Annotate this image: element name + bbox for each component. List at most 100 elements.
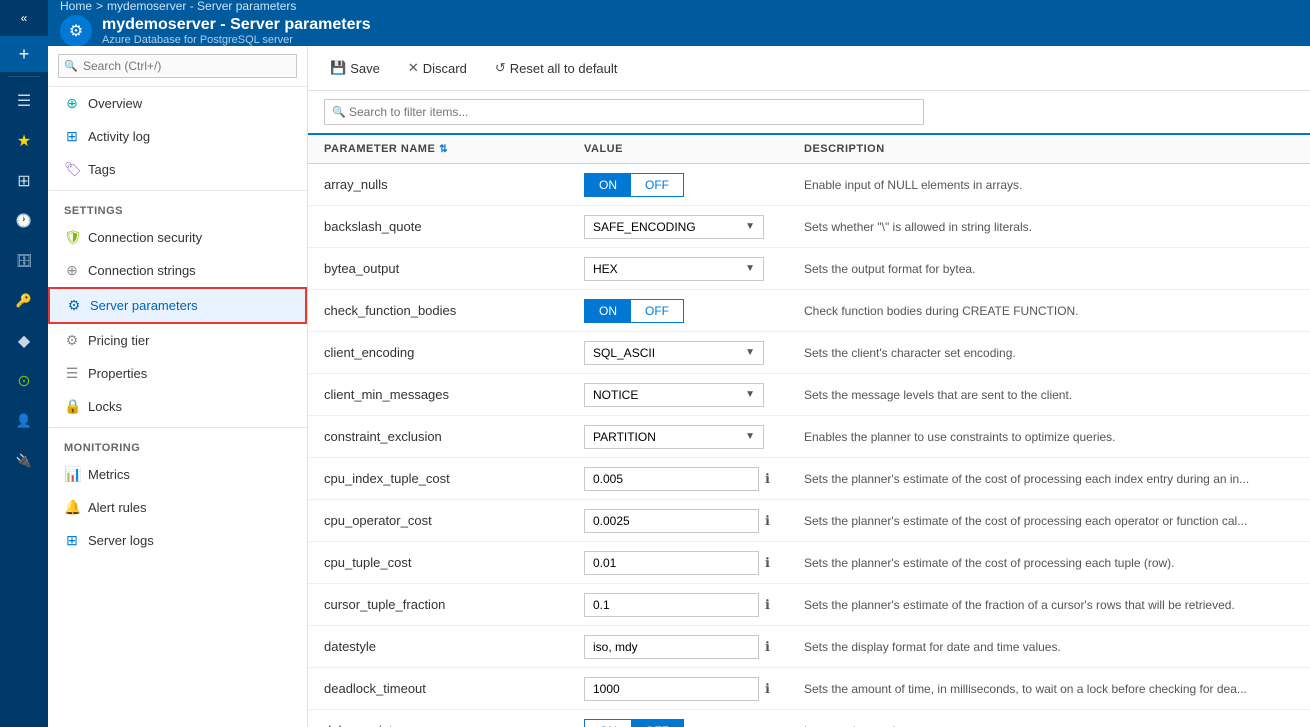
sidebar-item-label: Server logs	[88, 533, 154, 548]
param-value: ONOFF	[584, 719, 804, 727]
sidebar-item-server-logs[interactable]: ⊞ Server logs	[48, 524, 307, 557]
sidebar-item-metrics[interactable]: 📊 Metrics	[48, 458, 307, 491]
table-row: bytea_outputHEX▼Sets the output format f…	[308, 248, 1310, 290]
info-icon[interactable]: ℹ	[765, 639, 770, 655]
sidebar-item-tags[interactable]: 🏷 Tags	[48, 153, 307, 186]
param-name: constraint_exclusion	[324, 429, 584, 444]
col-header-value: VALUE	[584, 143, 804, 155]
param-desc: Enable input of NULL elements in arrays.	[804, 178, 1294, 192]
toggle-on-button[interactable]: ON	[585, 174, 631, 196]
param-input[interactable]	[584, 551, 759, 575]
dropdown[interactable]: PARTITION▼	[584, 425, 764, 449]
toggle-on-button[interactable]: ON	[585, 720, 631, 727]
table-row: backslash_quoteSAFE_ENCODING▼Sets whethe…	[308, 206, 1310, 248]
param-value: PARTITION▼	[584, 425, 804, 449]
breadcrumb-home[interactable]: Home	[60, 0, 92, 13]
nav-database-icon[interactable]: 🗄	[0, 241, 48, 281]
dropdown[interactable]: NOTICE▼	[584, 383, 764, 407]
sidebar-item-properties[interactable]: ☰ Properties	[48, 357, 307, 390]
table-row: constraint_exclusionPARTITION▼ Enables th…	[308, 416, 1310, 458]
expand-sidebar-button[interactable]: «	[0, 0, 48, 36]
table-header: PARAMETER NAME ⇅ VALUE DESCRIPTION	[308, 135, 1310, 164]
param-value: ℹ	[584, 467, 804, 491]
nav-plugin-icon[interactable]: 🔌	[0, 441, 48, 481]
param-desc: Sets the planner's estimate of the fract…	[804, 598, 1294, 612]
nav-dashboard-icon[interactable]: ⊞	[0, 161, 48, 201]
alert-rules-icon: 🔔	[64, 499, 80, 516]
dropdown[interactable]: SQL_ASCII▼	[584, 341, 764, 365]
sidebar-item-label: Pricing tier	[88, 333, 149, 348]
param-name: cursor_tuple_fraction	[324, 597, 584, 612]
param-name: cpu_index_tuple_cost	[324, 471, 584, 486]
nav-menu-icon[interactable]: ☰	[0, 81, 48, 121]
metrics-icon: 📊	[64, 466, 80, 483]
locks-icon: 🔒	[64, 398, 80, 415]
save-button[interactable]: 💾 Save	[324, 56, 386, 80]
table-row: client_min_messagesNOTICE▼Sets the messa…	[308, 374, 1310, 416]
info-icon[interactable]: ℹ	[765, 597, 770, 613]
sidebar-item-activity-log[interactable]: ⊞ Activity log	[48, 120, 307, 153]
dropdown-value: SAFE_ENCODING	[593, 220, 696, 234]
create-resource-button[interactable]: +	[0, 36, 48, 72]
table-row: datestyleℹSets the display format for da…	[308, 626, 1310, 668]
filter-bar: 🔍	[308, 91, 1310, 135]
table-row: array_nullsONOFFEnable input of NULL ele…	[308, 164, 1310, 206]
pricing-tier-icon: ⚙	[64, 332, 80, 349]
param-desc: Check function bodies during CREATE FUNC…	[804, 304, 1294, 318]
dropdown-value: SQL_ASCII	[593, 346, 655, 360]
sidebar-item-locks[interactable]: 🔒 Locks	[48, 390, 307, 423]
sidebar-item-server-parameters[interactable]: ⚙ Server parameters	[48, 287, 307, 324]
nav-clock-icon[interactable]: 🕐	[0, 201, 48, 241]
sort-icon[interactable]: ⇅	[439, 144, 448, 155]
param-desc: Enables the planner to use constraints t…	[804, 430, 1294, 444]
sidebar-item-overview[interactable]: ⊕ Overview	[48, 87, 307, 120]
toggle-off-button[interactable]: OFF	[631, 720, 683, 727]
nav-diamond-icon[interactable]: ◆	[0, 321, 48, 361]
sidebar-item-connection-strings[interactable]: ⊕ Connection strings	[48, 254, 307, 287]
activity-log-icon: ⊞	[64, 128, 80, 145]
param-input[interactable]	[584, 509, 759, 533]
nav-key-icon[interactable]: 🔑	[0, 281, 48, 321]
param-input[interactable]	[584, 677, 759, 701]
nav-circle-icon[interactable]: ⊙	[0, 361, 48, 401]
sidebar-search-input[interactable]	[58, 54, 297, 78]
sidebar-item-pricing-tier[interactable]: ⚙ Pricing tier	[48, 324, 307, 357]
param-name: deadlock_timeout	[324, 681, 584, 696]
sidebar-item-connection-security[interactable]: 🛡 Connection security	[48, 221, 307, 254]
info-icon[interactable]: ℹ	[765, 681, 770, 697]
param-value: ONOFF	[584, 299, 804, 323]
param-desc: Sets the message levels that are sent to…	[804, 388, 1294, 402]
sidebar-item-alert-rules[interactable]: 🔔 Alert rules	[48, 491, 307, 524]
info-icon[interactable]: ℹ	[765, 555, 770, 571]
param-value: SQL_ASCII▼	[584, 341, 804, 365]
dropdown[interactable]: SAFE_ENCODING▼	[584, 215, 764, 239]
toggle-off-button[interactable]: OFF	[631, 300, 683, 322]
breadcrumb: Home > mydemoserver - Server parameters	[60, 0, 1298, 13]
table-row: cpu_operator_costℹSets the planner's est…	[308, 500, 1310, 542]
monitoring-section-label: MONITORING	[48, 432, 307, 458]
toggle-off-button[interactable]: OFF	[631, 174, 683, 196]
tags-icon: 🏷	[64, 161, 80, 178]
sidebar: 🔍 ⊕ Overview ⊞ Activity log 🏷 Tags SETTI…	[48, 46, 308, 727]
dropdown[interactable]: HEX ▼	[584, 257, 764, 281]
chevron-down-icon: ▼	[745, 263, 755, 274]
param-value: ℹ	[584, 509, 804, 533]
page-icon: ⚙	[60, 15, 92, 47]
filter-input[interactable]	[324, 99, 924, 125]
table-row: check_function_bodiesONOFFCheck function…	[308, 290, 1310, 332]
toggle-on-button[interactable]: ON	[585, 300, 631, 322]
info-icon[interactable]: ℹ	[765, 471, 770, 487]
info-icon[interactable]: ℹ	[765, 513, 770, 529]
param-input[interactable]	[584, 467, 759, 491]
nav-user-icon[interactable]: 👤	[0, 401, 48, 441]
param-input[interactable]	[584, 593, 759, 617]
param-input[interactable]	[584, 635, 759, 659]
reset-button[interactable]: ↺ Reset all to default	[489, 56, 624, 80]
discard-button[interactable]: ✕ Discard	[402, 56, 473, 80]
chevron-down-icon: ▼	[745, 389, 755, 400]
dropdown-value: HEX	[593, 262, 618, 276]
nav-favorites-icon[interactable]: ★	[0, 121, 48, 161]
sidebar-item-label: Alert rules	[88, 500, 147, 515]
param-name: backslash_quote	[324, 219, 584, 234]
param-value: ℹ	[584, 677, 804, 701]
